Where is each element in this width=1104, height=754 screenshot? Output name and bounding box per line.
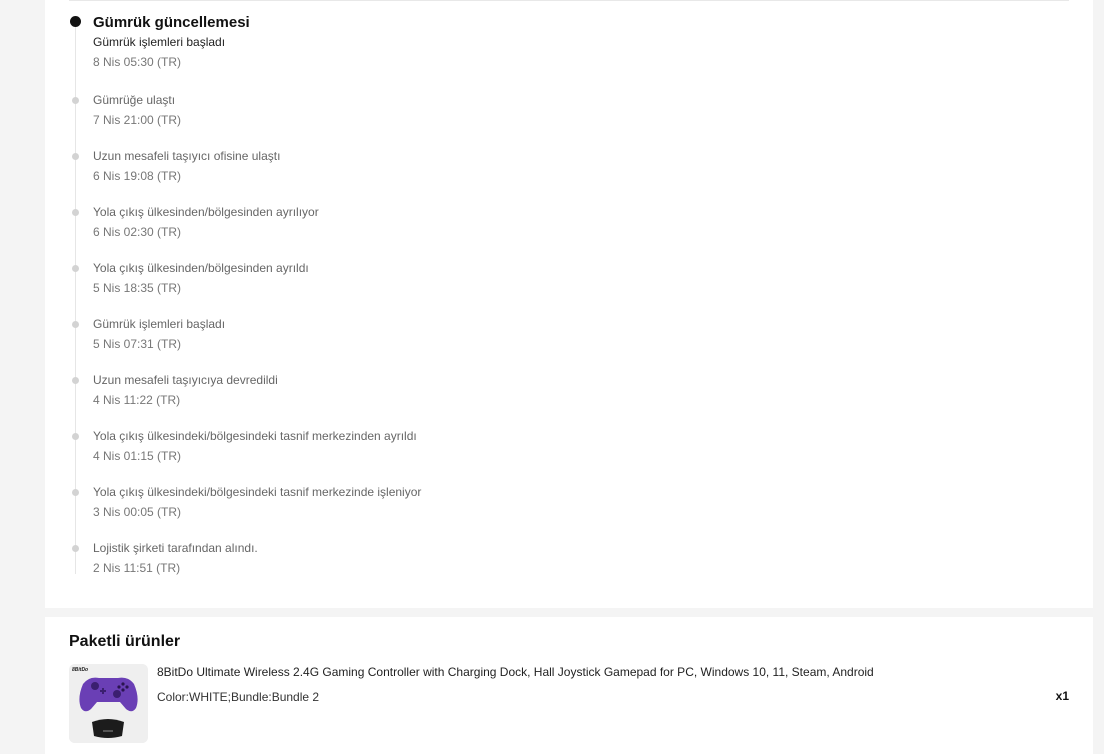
event-status: Yola çıkış ülkesindeki/bölgesindeki tasn…	[93, 429, 417, 443]
product-image[interactable]: 8BitDo	[69, 664, 148, 743]
packaged-products-card: Paketli ürünler 8BitDo 8BitDo Ultimate W…	[45, 617, 1093, 754]
timeline-dot-icon	[72, 97, 79, 104]
event-status: Yola çıkış ülkesinden/bölgesinden ayrılı…	[93, 205, 319, 219]
event-status: Lojistik şirketi tarafından alındı.	[93, 541, 258, 555]
event-time: 5 Nis 18:35 (TR)	[93, 281, 182, 295]
event-time: 4 Nis 01:15 (TR)	[93, 449, 182, 463]
event-status: Uzun mesafeli taşıyıcı ofisine ulaştı	[93, 149, 281, 163]
section-title: Paketli ürünler	[69, 633, 181, 650]
current-event-title: Gümrük güncellemesi	[93, 14, 250, 31]
product-variant: Color:WHITE;Bundle:Bundle 2	[157, 690, 320, 704]
tracking-card: Gümrük güncellemesi Gümrük işlemleri baş…	[45, 0, 1093, 608]
timeline-dot-icon	[72, 153, 79, 160]
product-name[interactable]: 8BitDo Ultimate Wireless 2.4G Gaming Con…	[157, 664, 874, 680]
event-time: 6 Nis 02:30 (TR)	[93, 225, 182, 239]
event-time: 6 Nis 19:08 (TR)	[93, 169, 182, 183]
event-time: 7 Nis 21:00 (TR)	[93, 113, 182, 127]
timeline-dot-icon	[72, 321, 79, 328]
event-time: 5 Nis 07:31 (TR)	[93, 337, 182, 351]
event-status: Yola çıkış ülkesindeki/bölgesindeki tasn…	[93, 485, 422, 499]
timeline-active-dot-icon	[70, 16, 81, 27]
event-time: 4 Nis 11:22 (TR)	[93, 393, 181, 407]
timeline-dot-icon	[72, 545, 79, 552]
event-time: 3 Nis 00:05 (TR)	[93, 505, 182, 519]
tracking-timeline: Gümrük güncellemesi Gümrük işlemleri baş…	[45, 0, 1093, 608]
timeline-dot-icon	[72, 265, 79, 272]
gamepad-controller-image: 8BitDo	[69, 664, 148, 743]
current-event-time: 8 Nis 05:30 (TR)	[93, 55, 182, 69]
brand-logo: 8BitDo	[72, 667, 88, 673]
event-time: 2 Nis 11:51 (TR)	[93, 561, 181, 575]
event-status: Gümrük işlemleri başladı	[93, 317, 226, 331]
event-status: Yola çıkış ülkesinden/bölgesinden ayrıld…	[93, 261, 309, 275]
product-quantity: x1	[1055, 689, 1069, 703]
timeline-dot-icon	[72, 433, 79, 440]
event-status: Gümrüğe ulaştı	[93, 93, 176, 107]
event-status: Uzun mesafeli taşıyıcıya devredildi	[93, 373, 278, 387]
timeline-dot-icon	[72, 489, 79, 496]
timeline-dot-icon	[72, 209, 79, 216]
timeline-dot-icon	[72, 377, 79, 384]
current-event-status: Gümrük işlemleri başladı	[93, 35, 226, 49]
